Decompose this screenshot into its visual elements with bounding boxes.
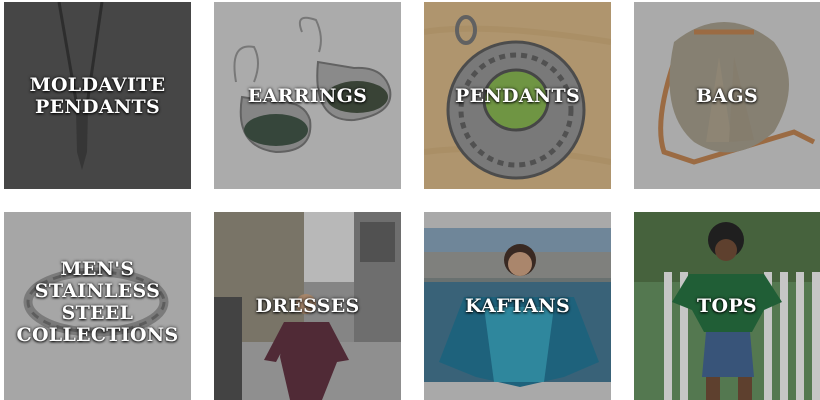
tile-label: PENDANTS <box>455 84 580 107</box>
tile-label: TOPS <box>697 295 757 317</box>
category-tile-kaftans[interactable]: KAFTANS <box>424 212 611 400</box>
tile-label: MEN'S STAINLESS STEEL COLLECTIONS <box>16 258 179 347</box>
category-tile-dresses[interactable]: DRESSES <box>214 212 401 400</box>
category-tile-tops[interactable]: TOPS <box>634 212 820 400</box>
category-tile-moldavite-pendants[interactable]: MOLDAVITE PENDANTS <box>4 2 191 189</box>
tile-label: KAFTANS <box>464 295 570 317</box>
category-tile-mens-stainless-steel-collections[interactable]: MEN'S STAINLESS STEEL COLLECTIONS <box>4 212 191 400</box>
tile-label: EARRINGS <box>247 84 368 107</box>
category-tile-bags[interactable]: BAGS <box>634 2 820 189</box>
category-grid: MOLDAVITE PENDANTS EARRINGS PENDANTS BAG… <box>0 0 820 400</box>
category-tile-earrings[interactable]: EARRINGS <box>214 2 401 189</box>
tile-label: BAGS <box>696 84 758 107</box>
tile-label: DRESSES <box>255 295 360 317</box>
category-tile-pendants[interactable]: PENDANTS <box>424 2 611 189</box>
tile-label: MOLDAVITE PENDANTS <box>29 73 166 118</box>
